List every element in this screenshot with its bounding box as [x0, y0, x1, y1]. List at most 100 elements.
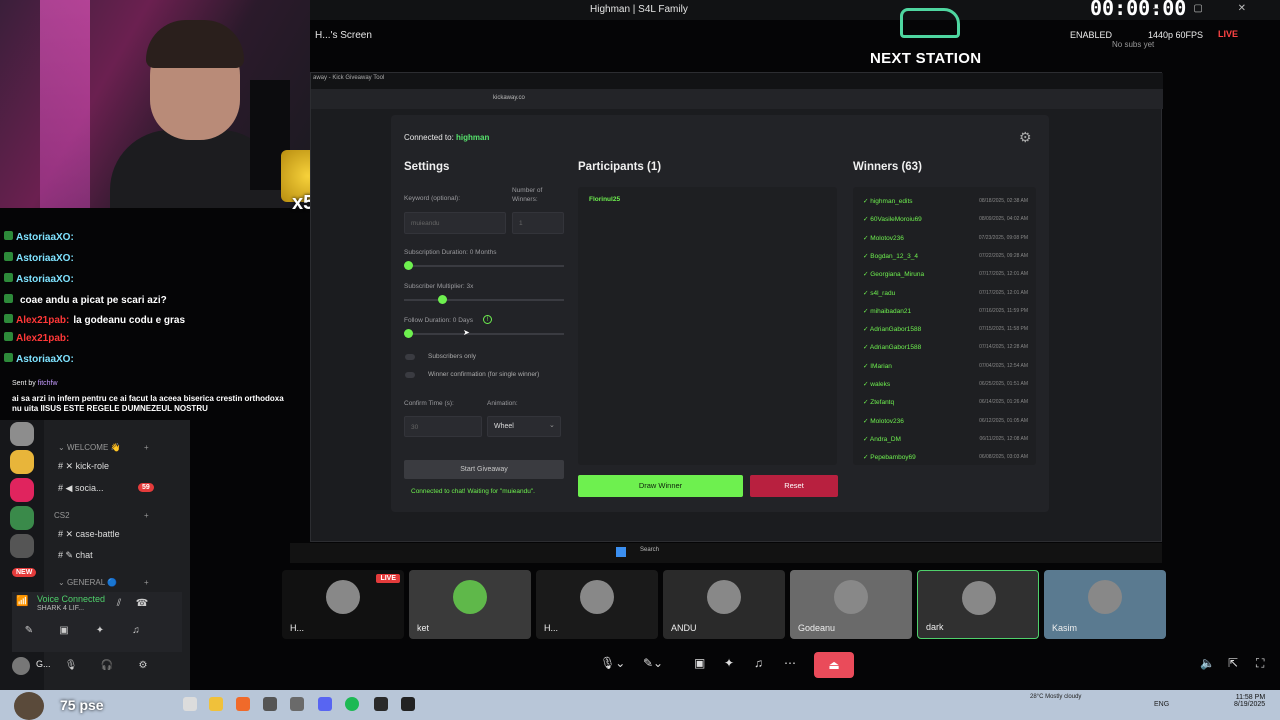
winner-date: 07/15/2025, 11:58 PM: [979, 326, 1028, 333]
winner-row: ✓ IMarian 07/04/2025, 12:54 AM: [863, 362, 1028, 374]
weather-widget[interactable]: 28°C Mostly cloudy: [1030, 694, 1081, 700]
chat-username[interactable]: AstoriaaXO:: [16, 232, 74, 243]
url-text[interactable]: kickaway.co: [493, 95, 525, 101]
language-indicator[interactable]: ENG: [1154, 701, 1169, 708]
participant-tile[interactable]: Godeanu: [790, 570, 912, 639]
chat-message: AstoriaaXO:: [4, 252, 78, 264]
server-icon[interactable]: [10, 422, 34, 446]
app-icon[interactable]: [374, 697, 388, 711]
activities-icon[interactable]: ✦: [724, 656, 734, 670]
start-giveaway-button[interactable]: Start Giveaway: [404, 460, 564, 479]
follow-duration-slider[interactable]: [404, 333, 564, 335]
windows-start-icon[interactable]: [616, 547, 626, 557]
soundboard-icon[interactable]: ♫: [754, 656, 763, 670]
add-channel-icon[interactable]: +: [144, 511, 149, 520]
channel-kick-role[interactable]: # ✕ kick-role: [58, 461, 109, 472]
chat-username[interactable]: Alex21pab:: [16, 315, 69, 326]
disconnect-icon[interactable]: ☎: [135, 598, 149, 612]
winner-name: ✓ mihaibadan21: [863, 307, 912, 315]
participant-tile[interactable]: H... LIVE: [282, 570, 404, 639]
gear-icon[interactable]: ⚙: [136, 660, 150, 674]
chat-username[interactable]: AstoriaaXO:: [16, 274, 74, 285]
app-icon[interactable]: [263, 697, 277, 711]
browser-tab[interactable]: away - Kick Giveaway Tool: [313, 75, 384, 81]
channel-chat-label: chat: [75, 550, 93, 560]
chat-message: Alex21pab:: [4, 332, 73, 344]
participant-tile[interactable]: ket: [409, 570, 531, 639]
participant-tile[interactable]: H...: [536, 570, 658, 639]
chat-username[interactable]: Alex21pab:: [16, 333, 69, 344]
winners-list[interactable]: ✓ highman_edits 08/18/2025, 02:38 AM ✓ 60V…: [853, 187, 1036, 465]
system-clock[interactable]: 11:58 PM 8/19/2025: [1234, 694, 1265, 708]
category-welcome[interactable]: ⌄ WELCOME 👋: [58, 443, 120, 452]
reset-button[interactable]: Reset: [750, 475, 838, 497]
taskbar-search[interactable]: Search: [640, 547, 659, 553]
app-icon[interactable]: [290, 697, 304, 711]
voice-channel-name[interactable]: SHARK 4 LIF...: [37, 605, 84, 612]
add-channel-icon[interactable]: +: [144, 443, 149, 452]
channel-case-battle[interactable]: # ✕ case-battle: [58, 529, 120, 540]
headphones-icon[interactable]: 🎧: [100, 660, 114, 674]
screen-share-icon[interactable]: ▣: [694, 656, 705, 670]
participant-tile[interactable]: dark: [917, 570, 1039, 639]
winner-name: ✓ 60VasileMoroiu69: [863, 216, 922, 224]
chat-message: Alex21pab: la godeanu codu e gras: [4, 314, 185, 326]
subs-only-toggle[interactable]: [405, 354, 415, 360]
more-options-icon[interactable]: ⋯: [784, 656, 796, 670]
fullscreen-icon[interactable]: ⛶: [1256, 656, 1264, 671]
noise-suppression-icon[interactable]: ⫽: [112, 598, 126, 612]
winner-row: ✓ mihaibadan21 07/16/2025, 11:59 PM: [863, 307, 1028, 319]
address-bar[interactable]: [311, 89, 1163, 109]
sub-multiplier-slider[interactable]: [404, 299, 564, 301]
confirm-time-input[interactable]: 30: [404, 416, 482, 437]
info-icon[interactable]: !: [483, 315, 492, 324]
sub-multiplier-handle[interactable]: [438, 295, 447, 304]
brave-browser-icon[interactable]: [236, 697, 250, 711]
add-channel-icon[interactable]: +: [144, 578, 149, 587]
sub-duration-handle[interactable]: [404, 261, 413, 270]
winner-row: ✓ Molotov236 06/12/2025, 01:05 AM: [863, 417, 1028, 429]
avatar[interactable]: [12, 657, 30, 675]
chat-username[interactable]: AstoriaaXO:: [16, 354, 74, 365]
microphone-icon[interactable]: 🎙⌄: [600, 656, 625, 670]
winner-row: ✓ AdrianGabor1588 07/14/2025, 12:28 AM: [863, 343, 1028, 355]
end-call-button[interactable]: ⏏: [814, 652, 854, 678]
file-explorer-icon[interactable]: [183, 697, 197, 711]
microphone-icon[interactable]: 🎙: [64, 660, 78, 674]
folder-icon[interactable]: [209, 697, 223, 711]
capcut-icon[interactable]: [401, 697, 415, 711]
channel-chat[interactable]: # ✎ chat: [58, 550, 93, 561]
chevron-down-icon: ⌄: [549, 422, 555, 429]
folder-icon[interactable]: [10, 450, 34, 474]
winner-confirmation-toggle[interactable]: [405, 372, 415, 378]
winners-count-input[interactable]: 1: [512, 212, 564, 234]
channel-social[interactable]: # ◀ socia...: [58, 483, 103, 494]
category-cs2[interactable]: CS2: [54, 511, 70, 520]
server-icon[interactable]: [10, 478, 34, 502]
spotify-icon[interactable]: [345, 697, 359, 711]
soundboard-icon[interactable]: ♫: [129, 625, 143, 639]
gear-icon[interactable]: ⚙: [1019, 129, 1032, 146]
volume-icon[interactable]: 🔈: [1200, 656, 1215, 670]
keyword-input[interactable]: muieandu: [404, 212, 506, 234]
camera-off-icon[interactable]: ✎⌄: [643, 656, 663, 670]
connected-channel: highman: [456, 133, 490, 142]
discord-icon[interactable]: [318, 697, 332, 711]
winner-row: ✓ 60VasileMoroiu69 08/09/2025, 04:02 AM: [863, 215, 1028, 227]
activities-icon[interactable]: ✦: [93, 625, 107, 639]
screen-share-icon[interactable]: ▣: [57, 625, 71, 639]
participant-tile[interactable]: ANDU: [663, 570, 785, 639]
participant-tile[interactable]: Kasim: [1044, 570, 1166, 639]
sub-duration-slider[interactable]: [404, 265, 564, 267]
winner-date: 08/09/2025, 04:02 AM: [979, 216, 1028, 223]
popout-icon[interactable]: ⇱: [1228, 656, 1238, 670]
category-general[interactable]: ⌄ GENERAL 🔵: [58, 578, 117, 587]
server-icon[interactable]: [10, 506, 34, 530]
follow-duration-handle[interactable]: [404, 329, 413, 338]
new-badge: NEW: [12, 568, 37, 577]
draw-winner-button[interactable]: Draw Winner: [578, 475, 743, 497]
winner-row: ✓ Pepebamboy69 06/08/2025, 03:03 AM: [863, 453, 1028, 465]
server-icon[interactable]: [10, 534, 34, 558]
chat-username[interactable]: AstoriaaXO:: [16, 253, 74, 264]
camera-off-icon[interactable]: ✎: [22, 625, 36, 639]
